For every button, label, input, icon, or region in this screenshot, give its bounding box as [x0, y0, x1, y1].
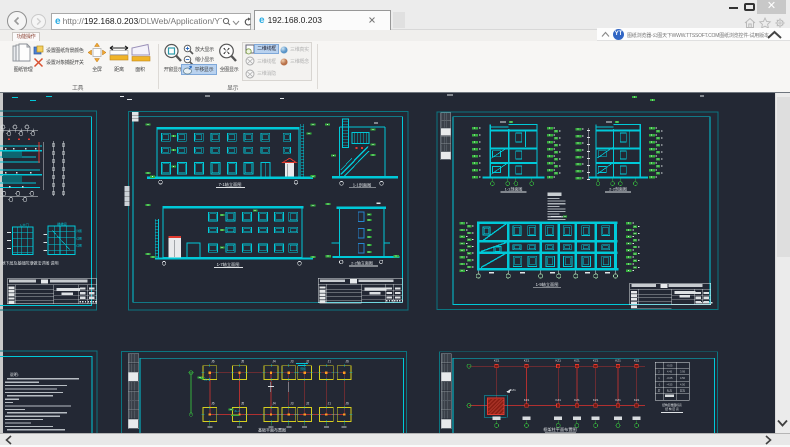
svg-text:KZ1: KZ1	[634, 359, 640, 363]
svg-text:基础平面布置图: 基础平面布置图	[258, 427, 286, 433]
svg-text:2-2剖面图: 2-2剖面图	[609, 186, 627, 192]
svg-text:KZ1: KZ1	[574, 359, 580, 363]
svg-text:J1: J1	[328, 402, 332, 406]
svg-text:KZ1: KZ1	[593, 359, 599, 363]
svg-text:1-1剖面图: 1-1剖面图	[353, 181, 372, 188]
svg-text:J4: J4	[272, 360, 276, 364]
svg-text:楼梯间: 楼梯间	[57, 222, 67, 227]
svg-text:J5: J5	[241, 402, 245, 406]
svg-text:-0.05: -0.05	[667, 376, 673, 380]
svg-text:1-7轴立面图: 1-7轴立面图	[217, 261, 240, 268]
svg-text:KZ1: KZ1	[615, 359, 621, 363]
svg-text:J3: J3	[290, 360, 294, 364]
svg-text:1-9轴立面图: 1-9轴立面图	[536, 281, 559, 288]
svg-text:说明:: 说明:	[10, 372, 19, 377]
svg-text:详图: 详图	[76, 244, 82, 248]
svg-text:标高: 标高	[667, 389, 673, 393]
svg-text:KZ1: KZ1	[494, 359, 500, 363]
svg-text:KZ1: KZ1	[555, 398, 561, 402]
svg-text:结 构 层 高: 结 构 层 高	[665, 407, 679, 411]
svg-text:J6: J6	[345, 360, 349, 364]
svg-text:KZ1: KZ1	[524, 359, 530, 363]
svg-text:详图: 详图	[76, 229, 82, 233]
svg-text:2-2轴立面图: 2-2轴立面图	[351, 260, 373, 266]
svg-text:J4: J4	[272, 402, 276, 406]
svg-text:预留: 预留	[300, 367, 306, 371]
svg-text:入户门: 入户门	[19, 223, 29, 228]
svg-text:JL-2: JL-2	[234, 409, 240, 413]
svg-text:地下层及基础防潮做法详图 说明: 地下层及基础防潮做法详图 说明	[1, 260, 58, 266]
svg-text:3.95: 3.95	[680, 370, 686, 374]
svg-text:JL-1: JL-1	[204, 378, 210, 382]
svg-text:KZ1: KZ1	[593, 398, 599, 402]
svg-text:层高: 层高	[680, 389, 686, 393]
svg-text:层: 层	[658, 389, 661, 393]
svg-text:J6: J6	[211, 360, 215, 364]
svg-text:KZ1: KZ1	[615, 398, 621, 402]
svg-text:7-1轴立面图: 7-1轴立面图	[219, 181, 242, 188]
svg-text:KZ1: KZ1	[634, 398, 640, 402]
svg-text:4.50: 4.50	[680, 382, 686, 386]
svg-text:KZ1: KZ1	[574, 398, 580, 402]
svg-text:-4.55: -4.55	[667, 382, 673, 386]
svg-text:J6: J6	[211, 402, 215, 406]
svg-text:1-1剖面图: 1-1剖面图	[505, 186, 523, 192]
svg-text:KZ1: KZ1	[555, 359, 561, 363]
svg-text:框架柱平面布置图: 框架柱平面布置图	[543, 426, 577, 433]
svg-text:J2: J2	[306, 402, 310, 406]
svg-text:J6: J6	[345, 402, 349, 406]
svg-text:J3: J3	[290, 402, 294, 406]
svg-text:KZ1: KZ1	[510, 388, 516, 392]
svg-text:J1: J1	[328, 360, 332, 364]
svg-text:4.45: 4.45	[667, 370, 673, 374]
svg-text:详图: 详图	[76, 237, 82, 241]
svg-text:-0.05: -0.05	[667, 363, 673, 367]
svg-text:J5: J5	[241, 360, 245, 364]
svg-text:4.50: 4.50	[680, 376, 686, 380]
svg-text:KZ1: KZ1	[524, 398, 530, 402]
